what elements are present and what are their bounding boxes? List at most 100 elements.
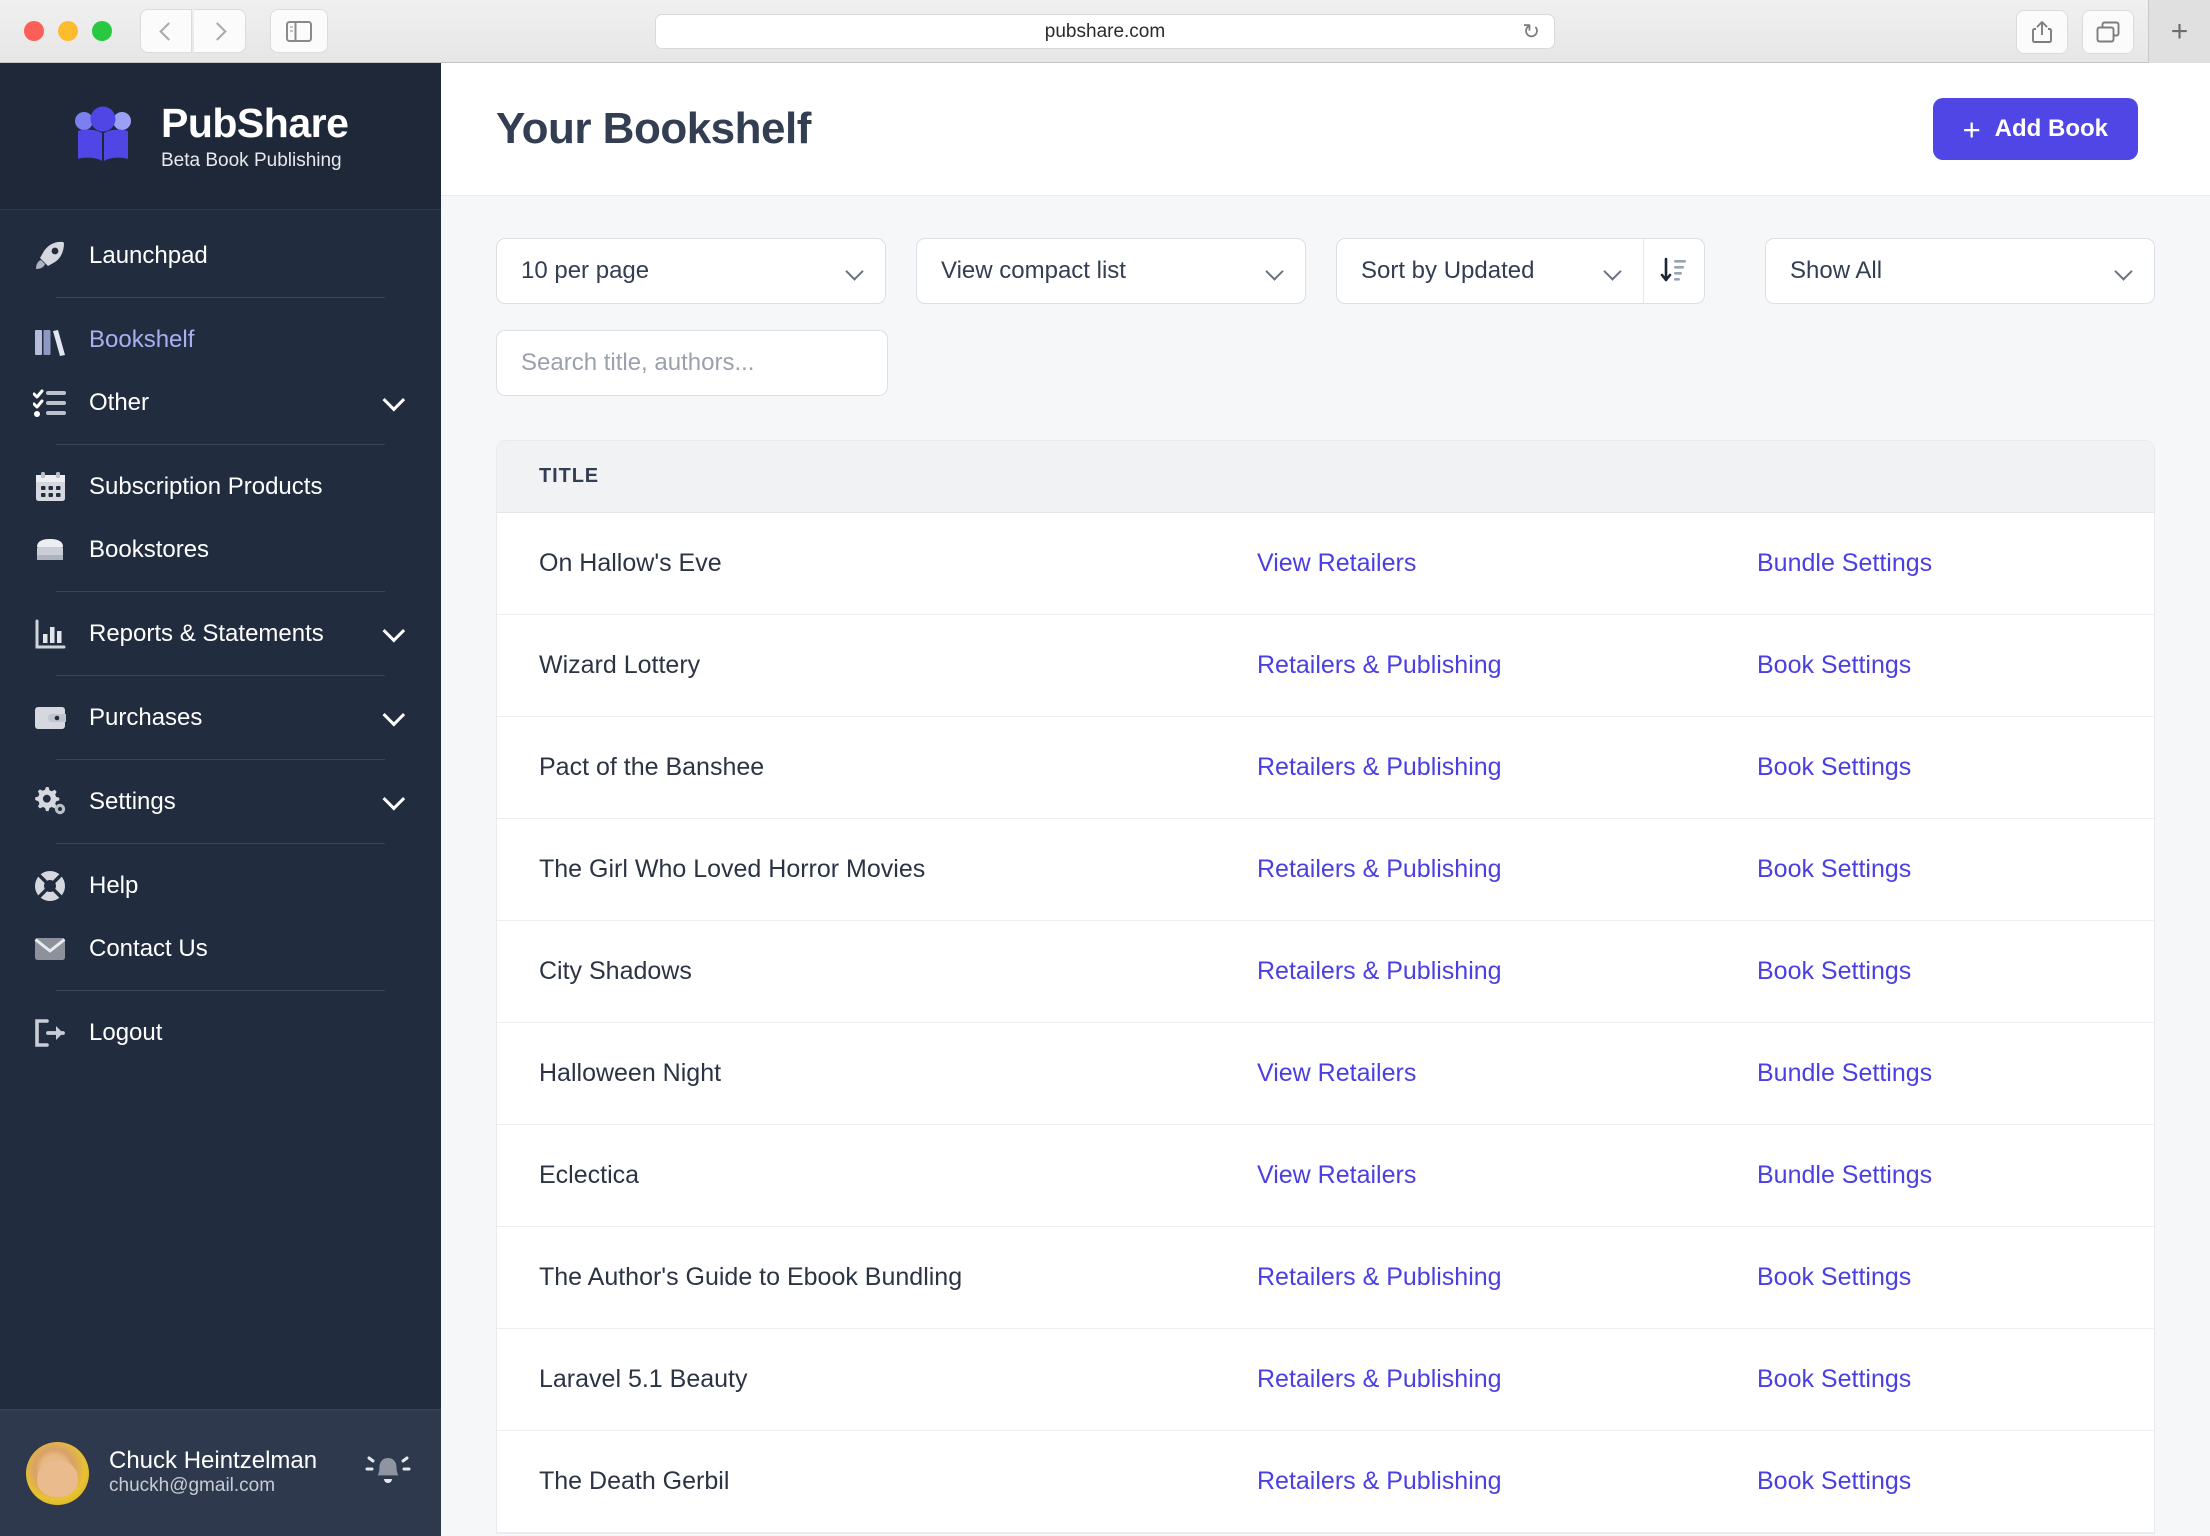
close-window-button[interactable] xyxy=(24,21,44,41)
address-bar[interactable]: pubshare.com ↻ xyxy=(655,14,1555,49)
sidebar-item-contact-us[interactable]: Contact Us xyxy=(0,917,441,980)
search-input[interactable] xyxy=(496,330,888,396)
settings-link[interactable]: Bundle Settings xyxy=(1757,1161,1932,1189)
book-title: The Death Gerbil xyxy=(539,1467,730,1495)
sort-group: Sort by Updated xyxy=(1336,238,1705,304)
tabs-overview-button[interactable] xyxy=(2082,9,2134,54)
forward-button[interactable] xyxy=(194,9,246,53)
retailers-link[interactable]: Retailers & Publishing xyxy=(1257,1263,1502,1291)
sidebar-item-logout[interactable]: Logout xyxy=(0,1001,441,1064)
calendar-icon xyxy=(28,468,72,506)
sidebar-toggle-icon xyxy=(286,20,312,42)
sidebar-item-settings[interactable]: Settings xyxy=(0,770,441,833)
retailers-link[interactable]: Retailers & Publishing xyxy=(1257,1365,1502,1393)
sort-by-value: Sort by Updated xyxy=(1361,257,1535,284)
settings-cell: Bundle Settings xyxy=(1757,1161,2154,1190)
rocket-icon xyxy=(28,237,72,275)
sidebar-divider xyxy=(56,843,385,844)
sidebar-toggle-button[interactable] xyxy=(270,9,328,53)
chevron-down-icon[interactable] xyxy=(382,703,406,726)
sidebar-item-other[interactable]: Other xyxy=(0,371,441,434)
sidebar-item-label: Help xyxy=(89,871,139,899)
per-page-select[interactable]: 10 per page xyxy=(496,238,886,304)
settings-cell: Book Settings xyxy=(1757,1263,2154,1292)
sidebar-item-bookstores[interactable]: Bookstores xyxy=(0,518,441,581)
retailers-link[interactable]: View Retailers xyxy=(1257,1059,1416,1087)
main-content: Your Bookshelf + Add Book 10 per page Vi… xyxy=(441,63,2210,1536)
window-traffic-lights xyxy=(24,21,112,41)
sidebar-item-bookshelf[interactable]: Bookshelf xyxy=(0,308,441,371)
table-row: City Shadows Retailers & Publishing Book S… xyxy=(497,921,2154,1023)
sidebar-item-label: Logout xyxy=(89,1018,163,1046)
settings-link[interactable]: Book Settings xyxy=(1757,1365,1911,1393)
sidebar-divider xyxy=(56,675,385,676)
settings-link[interactable]: Book Settings xyxy=(1757,855,1911,883)
retailers-link[interactable]: Retailers & Publishing xyxy=(1257,957,1502,985)
table-row: The Girl Who Loved Horror Movies Retailer… xyxy=(497,819,2154,921)
brand-header[interactable]: PubShare Beta Book Publishing xyxy=(0,63,441,210)
minimize-window-button[interactable] xyxy=(58,21,78,41)
settings-cell: Bundle Settings xyxy=(1757,1059,2154,1088)
sort-direction-button[interactable] xyxy=(1643,238,1705,304)
retailers-cell: Retailers & Publishing xyxy=(1257,1263,1757,1292)
new-tab-button[interactable]: + xyxy=(2148,0,2210,63)
toolbar-controls: 10 per page View compact list Sort by Up… xyxy=(441,196,2210,396)
back-button[interactable] xyxy=(140,9,192,53)
settings-link[interactable]: Bundle Settings xyxy=(1757,549,1932,577)
sidebar-item-label: Purchases xyxy=(89,703,203,731)
settings-cell: Book Settings xyxy=(1757,855,2154,884)
sidebar-item-label: Other xyxy=(89,388,150,416)
retailers-link[interactable]: View Retailers xyxy=(1257,1161,1416,1189)
add-book-button[interactable]: + Add Book xyxy=(1932,98,2138,160)
table-header-row: TITLE xyxy=(497,441,2154,513)
bar-chart-icon xyxy=(28,615,72,653)
reload-icon[interactable]: ↻ xyxy=(1522,21,1540,42)
maximize-window-button[interactable] xyxy=(92,21,112,41)
show-filter-select[interactable]: Show All xyxy=(1765,238,2155,304)
chevron-down-icon[interactable] xyxy=(382,388,406,411)
retailers-link[interactable]: View Retailers xyxy=(1257,549,1416,577)
settings-cell: Bundle Settings xyxy=(1757,549,2154,578)
sidebar-item-launchpad[interactable]: Launchpad xyxy=(0,224,441,287)
book-title: Eclectica xyxy=(539,1161,640,1189)
back-chevron-icon xyxy=(158,21,178,41)
sidebar-item-label: Reports & Statements xyxy=(89,619,324,647)
retailers-link[interactable]: Retailers & Publishing xyxy=(1257,1467,1502,1495)
settings-cell: Book Settings xyxy=(1757,1467,2154,1496)
sidebar-divider xyxy=(56,297,385,298)
retailers-link[interactable]: Retailers & Publishing xyxy=(1257,753,1502,781)
settings-cell: Book Settings xyxy=(1757,753,2154,782)
table-row: Pact of the Banshee Retailers & Publishin… xyxy=(497,717,2154,819)
chevron-down-icon[interactable] xyxy=(382,787,406,810)
user-profile[interactable]: Chuck Heintzelman chuckh@gmail.com xyxy=(0,1409,441,1536)
add-book-label: Add Book xyxy=(1994,115,2108,142)
settings-link[interactable]: Book Settings xyxy=(1757,651,1911,679)
sidebar-item-purchases[interactable]: Purchases xyxy=(0,686,441,749)
lifebuoy-icon xyxy=(28,867,72,905)
bell-icon[interactable] xyxy=(365,1449,411,1498)
chevron-down-icon[interactable] xyxy=(382,619,406,642)
sidebar-divider xyxy=(56,759,385,760)
url-text: pubshare.com xyxy=(1044,20,1166,42)
books-icon xyxy=(28,321,72,359)
settings-link[interactable]: Bundle Settings xyxy=(1757,1059,1932,1087)
retailers-link[interactable]: Retailers & Publishing xyxy=(1257,855,1502,883)
settings-link[interactable]: Book Settings xyxy=(1757,1263,1911,1291)
settings-cell: Book Settings xyxy=(1757,957,2154,986)
chevron-down-icon xyxy=(1603,262,1622,281)
settings-link[interactable]: Book Settings xyxy=(1757,957,1911,985)
settings-link[interactable]: Book Settings xyxy=(1757,1467,1911,1495)
view-mode-select[interactable]: View compact list xyxy=(916,238,1306,304)
sidebar-item-label: Launchpad xyxy=(89,241,208,269)
sort-by-select[interactable]: Sort by Updated xyxy=(1336,238,1643,304)
share-button[interactable] xyxy=(2016,9,2068,54)
sidebar-item-help[interactable]: Help xyxy=(0,854,441,917)
browser-right-actions: + xyxy=(2016,0,2210,63)
settings-link[interactable]: Book Settings xyxy=(1757,753,1911,781)
storefront-icon xyxy=(28,531,72,569)
sidebar-item-subscription-products[interactable]: Subscription Products xyxy=(0,455,441,518)
sidebar-item-reports-statements[interactable]: Reports & Statements xyxy=(0,602,441,665)
table-row: The Death Gerbil Retailers & Publishing Bo… xyxy=(497,1431,2154,1533)
book-title: Pact of the Banshee xyxy=(539,753,765,781)
retailers-link[interactable]: Retailers & Publishing xyxy=(1257,651,1502,679)
